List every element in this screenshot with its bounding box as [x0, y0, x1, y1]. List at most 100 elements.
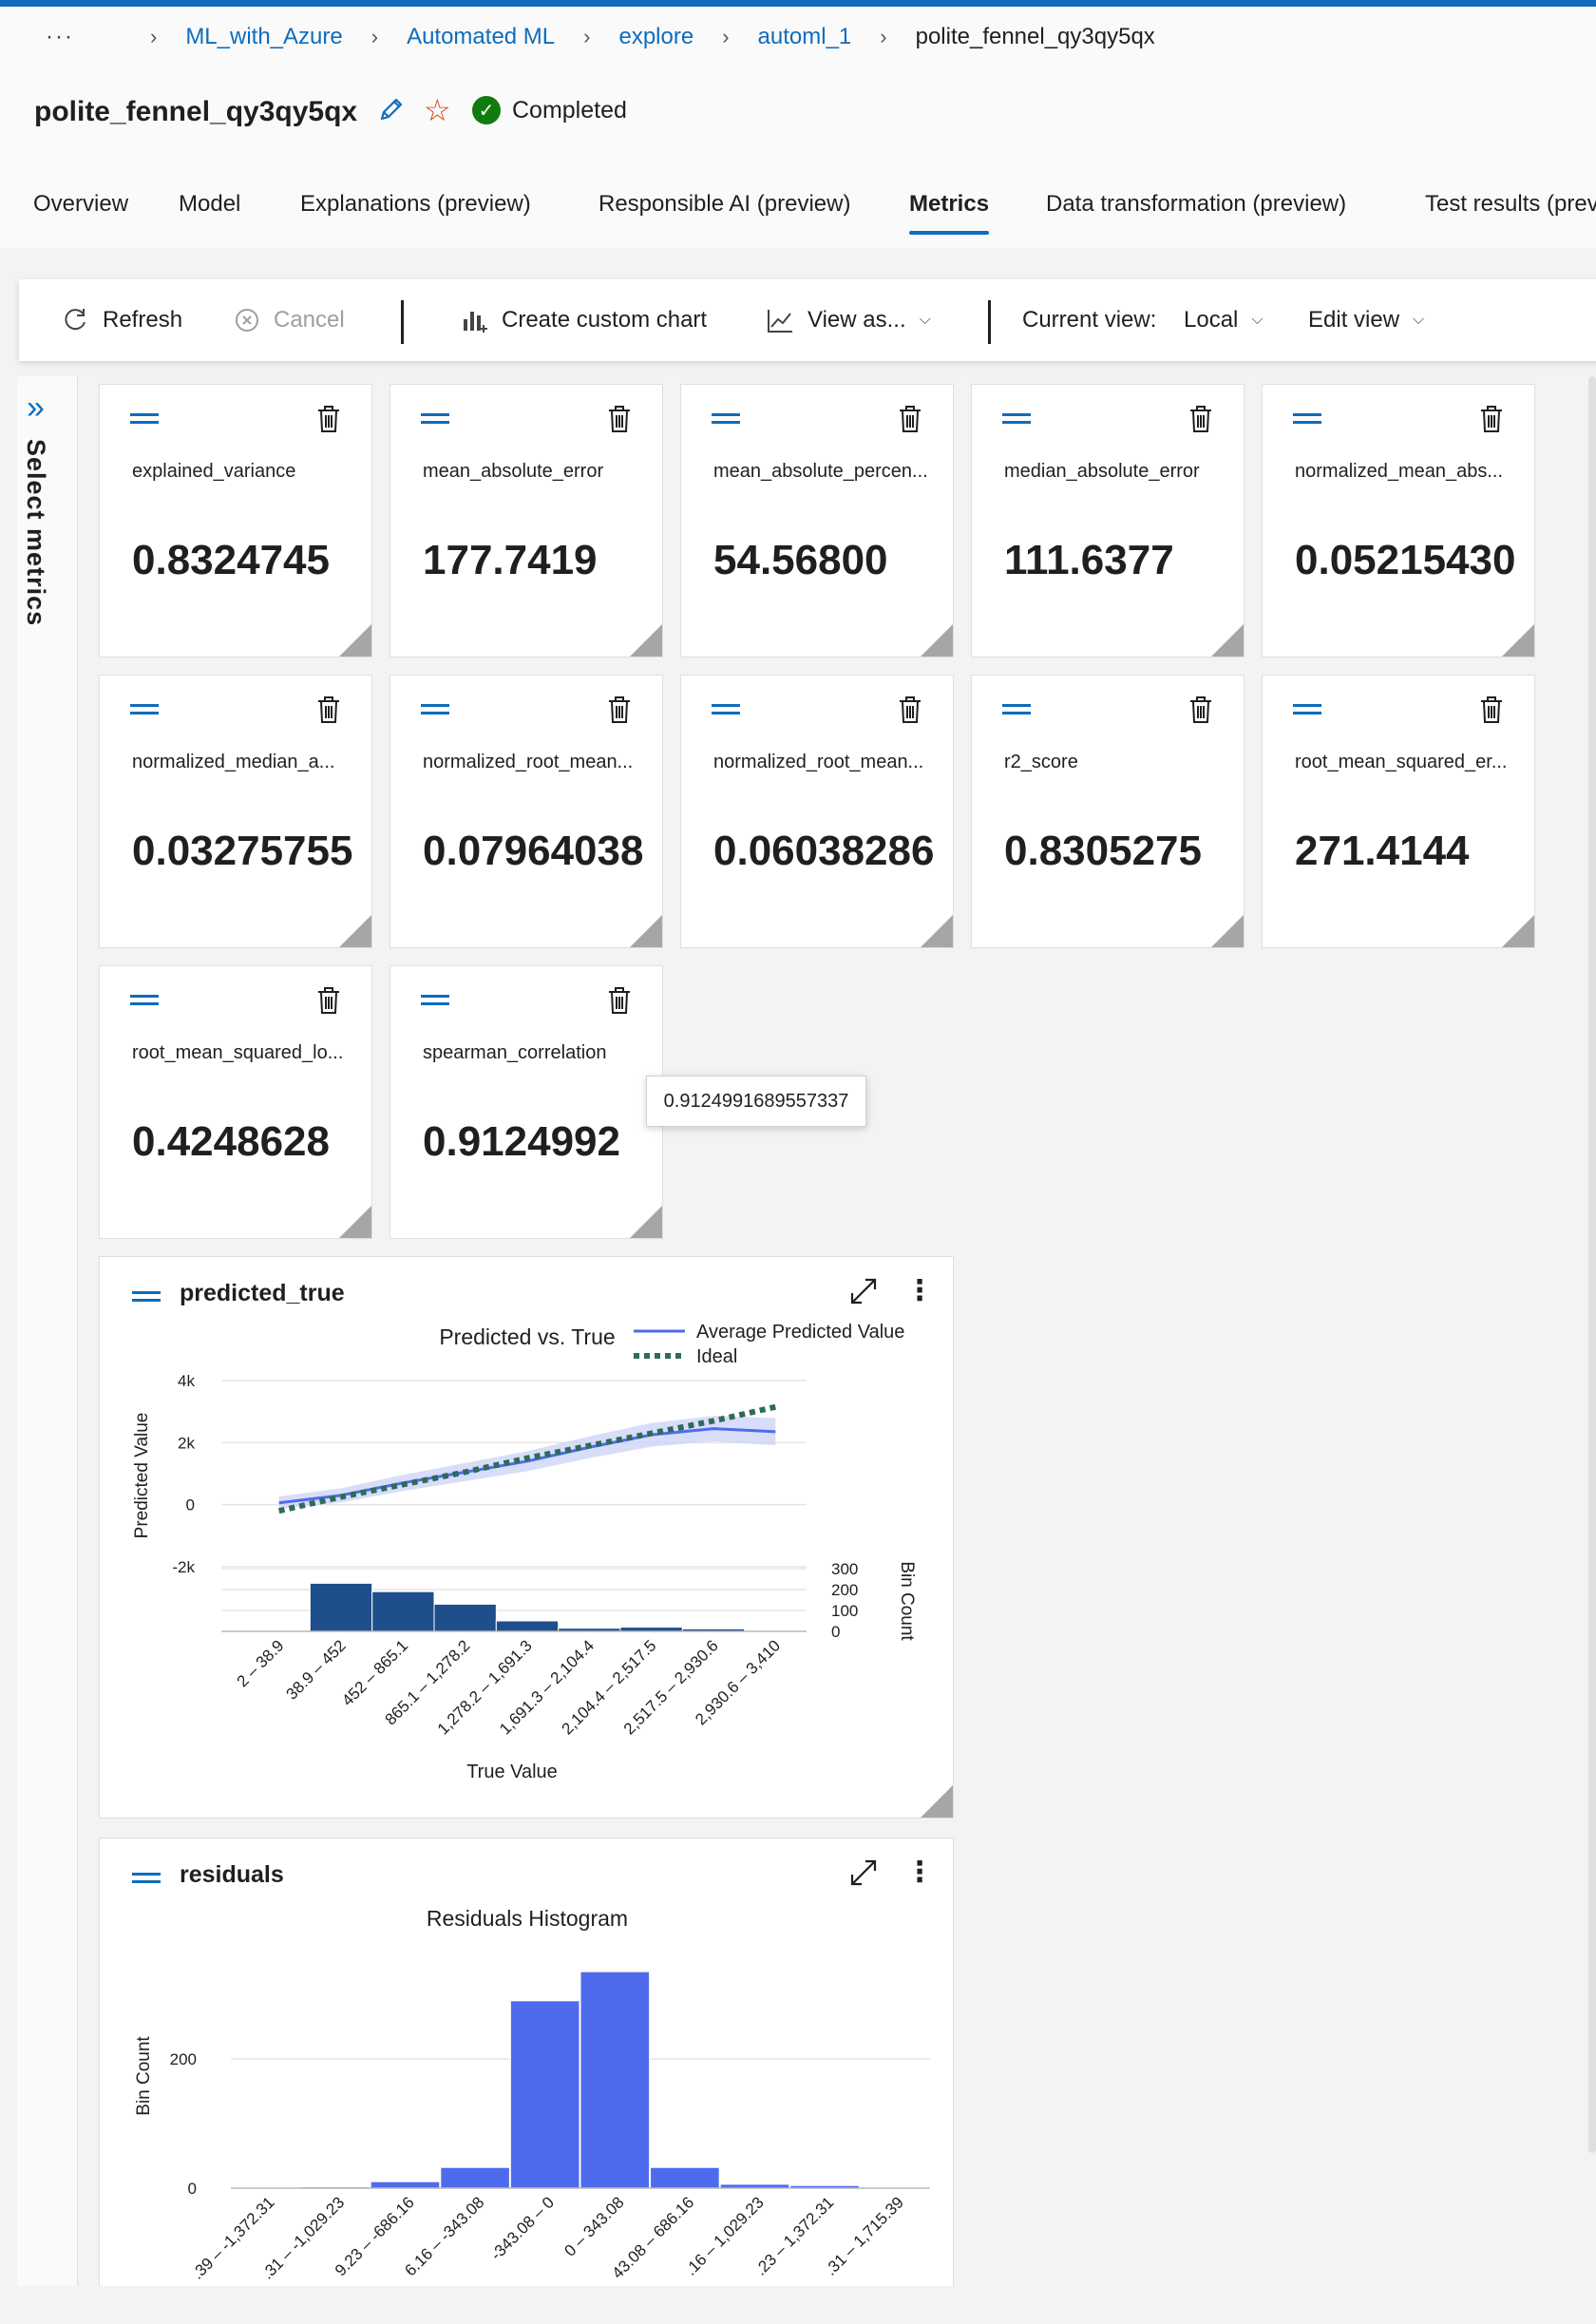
- resize-handle[interactable]: [630, 1206, 662, 1238]
- drag-handle-icon[interactable]: [712, 413, 740, 429]
- trash-icon[interactable]: [896, 404, 924, 439]
- resize-handle[interactable]: [1211, 624, 1244, 657]
- drag-handle-icon[interactable]: [1002, 413, 1031, 429]
- predicted-true-chart-card: predicted_true ⋮ Predicted vs. True Avera…: [99, 1256, 954, 1819]
- drag-handle-icon[interactable]: [130, 413, 159, 429]
- drag-handle-icon[interactable]: [1293, 413, 1321, 429]
- drag-handle-icon[interactable]: [421, 704, 449, 719]
- resize-handle[interactable]: [339, 624, 371, 657]
- resize-handle[interactable]: [630, 624, 662, 657]
- trash-icon[interactable]: [1187, 695, 1215, 730]
- select-metrics-panel[interactable]: » Select metrics: [17, 376, 78, 2286]
- current-view-dropdown[interactable]: Local ⌵: [1184, 279, 1264, 361]
- metric-value[interactable]: 111.6377: [1004, 537, 1174, 584]
- trash-icon[interactable]: [605, 404, 634, 439]
- tab-model[interactable]: Model: [179, 191, 240, 218]
- breadcrumb-link-parent-run[interactable]: automl_1: [758, 24, 852, 50]
- resize-handle[interactable]: [921, 1785, 953, 1818]
- trash-icon[interactable]: [1477, 695, 1506, 730]
- metric-card: root_mean_squared_lo... 0.4248628: [99, 965, 372, 1239]
- metric-name: median_absolute_error: [1004, 461, 1200, 482]
- drag-handle-icon[interactable]: [421, 995, 449, 1010]
- resize-handle[interactable]: [339, 915, 371, 947]
- metric-card: normalized_mean_abs... 0.05215430: [1262, 384, 1535, 657]
- status-text: Completed: [512, 96, 627, 124]
- metric-value[interactable]: 0.05215430: [1295, 537, 1515, 584]
- metric-name: normalized_root_mean...: [713, 752, 924, 772]
- resize-handle[interactable]: [630, 915, 662, 947]
- tab-bar: Overview Model Explanations (preview) Re…: [0, 172, 1596, 248]
- y-tick-label: 200: [170, 2050, 197, 2068]
- metric-name: normalized_root_mean...: [423, 752, 634, 772]
- x-axis-label: True Value: [466, 1762, 558, 1782]
- edit-view-dropdown[interactable]: Edit view ⌵: [1308, 279, 1424, 361]
- tab-metrics[interactable]: Metrics: [909, 191, 990, 235]
- hist-bar: [440, 2166, 510, 2189]
- trash-icon[interactable]: [1187, 404, 1215, 439]
- trash-icon[interactable]: [1477, 404, 1506, 439]
- resize-handle[interactable]: [1211, 915, 1244, 947]
- tab-test-results[interactable]: Test results (prev: [1425, 191, 1596, 218]
- drag-handle-icon[interactable]: [1293, 704, 1321, 719]
- metric-name: normalized_mean_abs...: [1295, 461, 1504, 482]
- x-tick-label: 2 – 38.9: [234, 1636, 288, 1690]
- tab-data-transformation[interactable]: Data transformation (preview): [1046, 191, 1346, 218]
- hist-bar: [495, 1620, 560, 1632]
- checkmark-icon: ✓: [472, 96, 501, 124]
- metric-value[interactable]: 271.4144: [1295, 828, 1470, 875]
- metric-value[interactable]: 0.03275755: [132, 828, 352, 875]
- trash-icon[interactable]: [605, 985, 634, 1020]
- resize-handle[interactable]: [1502, 624, 1534, 657]
- hist-bar: [371, 1591, 435, 1632]
- drag-handle-icon[interactable]: [712, 704, 740, 719]
- trash-icon[interactable]: [605, 695, 634, 730]
- hist-bar: [650, 2166, 720, 2189]
- pencil-icon[interactable]: [376, 94, 407, 129]
- resize-handle[interactable]: [339, 1206, 371, 1238]
- tab-responsible-ai[interactable]: Responsible AI (preview): [598, 191, 850, 218]
- cancel-button[interactable]: Cancel: [234, 279, 345, 361]
- breadcrumb-more-button[interactable]: ···: [46, 24, 74, 50]
- page-title: polite_fennel_qy3qy5qx: [34, 96, 358, 127]
- metric-value[interactable]: 54.56800: [713, 537, 888, 584]
- metric-value[interactable]: 0.06038286: [713, 828, 934, 875]
- metric-value[interactable]: 0.07964038: [423, 828, 643, 875]
- metric-card: explained_variance 0.8324745: [99, 384, 372, 657]
- value-tooltip: 0.9124991689557337: [646, 1076, 866, 1127]
- vertical-scrollbar[interactable]: [1588, 376, 1596, 2153]
- metric-value[interactable]: 0.4248628: [132, 1118, 330, 1166]
- resize-handle[interactable]: [921, 915, 953, 947]
- create-custom-chart-button[interactable]: Create custom chart: [460, 279, 707, 361]
- metric-name: normalized_median_a...: [132, 752, 335, 772]
- select-metrics-label: Select metrics: [22, 439, 50, 627]
- resize-handle[interactable]: [921, 624, 953, 657]
- breadcrumb-link-automl[interactable]: Automated ML: [407, 24, 555, 50]
- metric-value[interactable]: 177.7419: [423, 537, 598, 584]
- view-as-dropdown[interactable]: View as... ⌵: [766, 279, 931, 361]
- refresh-icon: [61, 306, 89, 334]
- metric-value[interactable]: 0.9124992: [423, 1118, 620, 1166]
- tab-explanations[interactable]: Explanations (preview): [300, 191, 531, 218]
- refresh-button[interactable]: Refresh: [61, 279, 182, 361]
- drag-handle-icon[interactable]: [1002, 704, 1031, 719]
- drag-handle-icon[interactable]: [421, 413, 449, 429]
- metric-value[interactable]: 0.8324745: [132, 537, 330, 584]
- residuals-chart: Residuals Histogram2000Bin Count.39 – -1…: [134, 1906, 930, 2283]
- y-axis-label: Predicted Value: [132, 1413, 152, 1539]
- star-icon[interactable]: ☆: [424, 92, 451, 128]
- drag-handle-icon[interactable]: [130, 704, 159, 719]
- metric-value[interactable]: 0.8305275: [1004, 828, 1202, 875]
- resize-handle[interactable]: [1502, 915, 1534, 947]
- tab-overview[interactable]: Overview: [33, 191, 128, 218]
- breadcrumb-current: polite_fennel_qy3qy5qx: [915, 24, 1155, 49]
- y-tick-label: -2k: [172, 1558, 195, 1576]
- trash-icon[interactable]: [896, 695, 924, 730]
- breadcrumb-link-experiment[interactable]: explore: [618, 24, 694, 50]
- breadcrumb-link-workspace[interactable]: ML_with_Azure: [185, 24, 342, 50]
- trash-icon[interactable]: [314, 695, 343, 730]
- trash-icon[interactable]: [314, 404, 343, 439]
- bar-chart-add-icon: [460, 306, 488, 334]
- drag-handle-icon[interactable]: [130, 995, 159, 1010]
- trash-icon[interactable]: [314, 985, 343, 1020]
- double-chevron-right-icon[interactable]: »: [27, 390, 45, 427]
